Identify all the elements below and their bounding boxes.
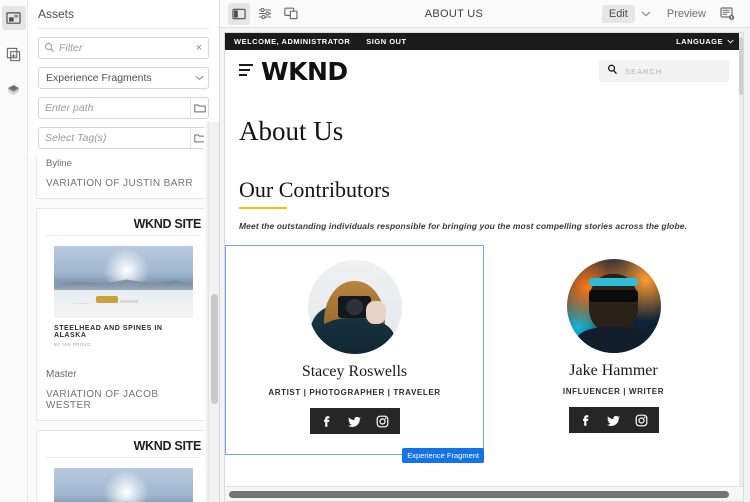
asset-card-list[interactable]: Byline VARIATION OF JUSTIN BARR WKND SIT… [28,156,219,502]
facebook-icon[interactable] [320,414,334,428]
components-icon [6,47,21,62]
asset-preview-brand: WKND SITE [46,217,201,236]
asset-preview-headline: STEELHEAD AND SPINES IN ALASKA [54,324,163,339]
emulator-icon[interactable] [280,3,302,25]
contributors-row: Stacey Roswells ARTIST | PHOTOGRAPHER | … [225,245,743,463]
clear-filter-button[interactable]: × [190,42,208,54]
page-heading: About Us [239,116,344,146]
toolbar-right-group: Edit Preview [601,3,742,25]
asset-preview-byline: BY IAN PROVO [54,341,91,347]
page-canvas[interactable]: WELCOME, ADMINISTRATOR SIGN OUT LANGUAGE… [224,32,744,502]
welcome-message: WELCOME, ADMINISTRATOR [234,37,351,46]
asset-card-title: Master [46,368,77,380]
asset-type-select[interactable]: Experience Fragments [38,66,209,89]
assets-panel: Assets Filter × Experience Fragments Ent… [28,0,220,502]
asset-card-title: Byline [46,157,72,169]
search-icon [607,64,618,78]
contributor-role: ARTIST | PHOTOGRAPHER | TRAVELER [268,388,441,397]
list-item[interactable]: WKND SITE STEELHEAD AND SPINES IN ALASKA… [36,207,211,421]
filter-field[interactable]: Filter × [38,36,209,59]
list-item[interactable]: WKND SITE STEELHEAD AND SPINES IN ALASKA… [36,429,211,502]
search-icon [44,42,55,56]
contributor-card[interactable]: Stacey Roswells ARTIST | PHOTOGRAPHER | … [225,245,484,463]
asset-preview-image [54,467,193,502]
panel-scrollbar-thumb[interactable] [211,294,218,404]
folder-icon[interactable] [190,97,208,118]
twitter-icon[interactable] [606,413,621,427]
contributor-name: Stacey Roswells [301,363,408,380]
panel-title: Assets [38,7,75,21]
tags-field[interactable]: Select Tag(s) [38,126,209,149]
language-label: LANGUAGE [676,37,723,46]
asset-preview-image [54,245,193,318]
asset-preview-brand: WKND SITE [46,439,201,458]
contributor-name: Jake Hammer [569,362,658,379]
social-links [309,408,400,434]
assets-rail-item[interactable] [1,6,26,30]
path-input[interactable]: Enter path [39,102,190,114]
canvas-wrapper: WELCOME, ADMINISTRATOR SIGN OUT LANGUAGE… [220,28,750,502]
asset-card-subtitle: VARIATION OF JUSTIN BARR [46,177,194,189]
accent-rule [239,207,287,209]
components-rail-item[interactable] [2,42,26,66]
layers-rail-item[interactable] [2,78,26,102]
path-field[interactable]: Enter path [38,96,209,119]
search-placeholder: SEARCH [625,66,663,76]
editor-column: ABOUT US Edit Preview WELCOME, ADMINISTR… [220,0,750,502]
chevron-down-icon [727,37,734,46]
section-heading: Our Contributors [239,177,390,202]
list-item[interactable]: Byline VARIATION OF JUSTIN BARR [36,156,211,199]
page-settings-icon[interactable] [254,3,276,25]
section-lede: Meet the outstanding individuals respons… [239,221,688,231]
avatar [566,259,661,353]
editor-toolbar: ABOUT US Edit Preview [220,0,750,28]
assets-icon [6,11,21,26]
twitter-icon[interactable] [347,414,362,428]
site-search-input[interactable]: SEARCH [599,60,729,82]
site-utility-bar: WELCOME, ADMINISTRATOR SIGN OUT LANGUAGE [225,33,743,50]
asset-card-subtitle: VARIATION OF JACOB WESTER [46,388,159,411]
tags-input[interactable]: Select Tag(s) [39,132,190,144]
canvas-horizontal-scrollbar[interactable] [225,486,743,501]
filter-input[interactable]: Filter [39,42,190,54]
language-selector[interactable]: LANGUAGE [676,37,734,46]
layers-icon [6,83,21,98]
asset-type-value: Experience Fragments [46,71,152,84]
site-logo[interactable]: WKND [261,59,348,84]
canvas-horizontal-scrollbar-thumb[interactable] [229,490,729,498]
hamburger-menu-icon[interactable] [239,63,253,79]
panel-divider [38,28,209,29]
assets-filter-form: Filter × Experience Fragments Enter path [28,36,219,157]
page-title: ABOUT US [424,7,484,20]
preview-button[interactable]: Preview [667,8,706,20]
aem-editor-window: Assets Filter × Experience Fragments Ent… [0,0,750,502]
toggle-side-panel-icon[interactable] [228,2,250,25]
social-links [568,407,659,433]
chevron-down-icon[interactable] [635,3,657,25]
contributor-role: INFLUENCER | WRITER [562,387,665,396]
instagram-icon[interactable] [635,413,649,427]
edit-mode-button[interactable]: Edit [601,4,635,23]
facebook-icon[interactable] [579,413,593,427]
left-rail [0,0,28,502]
chevron-down-icon[interactable] [190,75,208,81]
page-content: About Us Our Contributors Meet the outst… [225,92,743,463]
sign-out-link[interactable]: SIGN OUT [366,37,406,46]
canvas-vertical-scrollbar[interactable] [739,33,743,486]
page-information-icon[interactable] [716,3,738,25]
contributor-card[interactable]: Jake Hammer INFLUENCER | WRITER [484,245,743,455]
site-header: WKND SEARCH [225,50,743,92]
panel-scrollbar[interactable] [208,122,219,502]
status-badge[interactable]: Experience Fragment [402,448,484,463]
instagram-icon[interactable] [376,414,390,428]
avatar [307,260,402,354]
